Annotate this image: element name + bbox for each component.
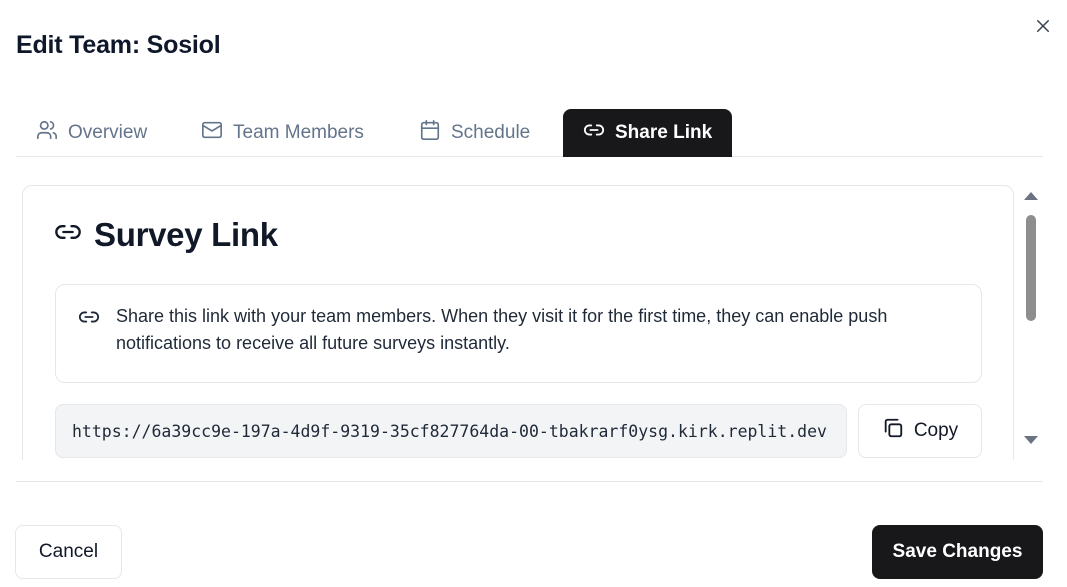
close-button[interactable] bbox=[1031, 16, 1055, 40]
tab-overview[interactable]: Overview bbox=[16, 109, 167, 157]
info-alert: Share this link with your team members. … bbox=[55, 284, 982, 383]
copy-icon bbox=[882, 417, 904, 445]
vertical-scrollbar[interactable] bbox=[1018, 184, 1043, 460]
scroll-up-arrow-icon[interactable] bbox=[1024, 192, 1038, 200]
tab-share-link[interactable]: Share Link bbox=[563, 109, 733, 157]
survey-url-field[interactable]: https://6a39cc9e-197a-4d9f-9319-35cf8277… bbox=[55, 404, 847, 458]
info-text: Share this link with your team members. … bbox=[116, 306, 888, 353]
dialog-title: Edit Team: Sosiol bbox=[16, 31, 221, 59]
link-icon bbox=[583, 119, 605, 147]
card-title-text: Survey Link bbox=[94, 216, 278, 253]
tab-content-scroll-area[interactable]: Survey Link Share this link with your te… bbox=[16, 176, 1043, 460]
tab-label: Schedule bbox=[451, 122, 531, 143]
save-changes-button[interactable]: Save Changes bbox=[872, 525, 1043, 579]
footer-divider bbox=[16, 481, 1043, 482]
card-title: Survey Link bbox=[54, 216, 278, 254]
survey-url-text: https://6a39cc9e-197a-4d9f-9319-35cf8277… bbox=[72, 421, 827, 441]
link-icon bbox=[78, 306, 100, 333]
link-icon bbox=[54, 216, 82, 254]
copy-button[interactable]: Copy bbox=[858, 404, 982, 458]
edit-team-dialog: Edit Team: Sosiol Overview Team Members … bbox=[0, 0, 1067, 587]
tab-list: Overview Team Members Schedule Share Lin… bbox=[16, 109, 1043, 157]
tab-schedule[interactable]: Schedule bbox=[399, 109, 550, 157]
scroll-down-arrow-icon[interactable] bbox=[1024, 436, 1038, 444]
tab-label: Overview bbox=[68, 122, 148, 143]
cancel-button[interactable]: Cancel bbox=[15, 525, 122, 579]
users-icon bbox=[36, 119, 58, 147]
calendar-icon bbox=[419, 119, 441, 147]
tab-label: Team Members bbox=[233, 122, 364, 143]
scrollbar-thumb[interactable] bbox=[1026, 215, 1036, 321]
tab-label: Share Link bbox=[615, 122, 713, 143]
survey-link-card: Survey Link Share this link with your te… bbox=[22, 185, 1014, 460]
close-icon bbox=[1034, 17, 1052, 40]
copy-label: Copy bbox=[913, 420, 959, 441]
tab-team-members[interactable]: Team Members bbox=[181, 109, 384, 157]
mail-icon bbox=[201, 119, 223, 147]
